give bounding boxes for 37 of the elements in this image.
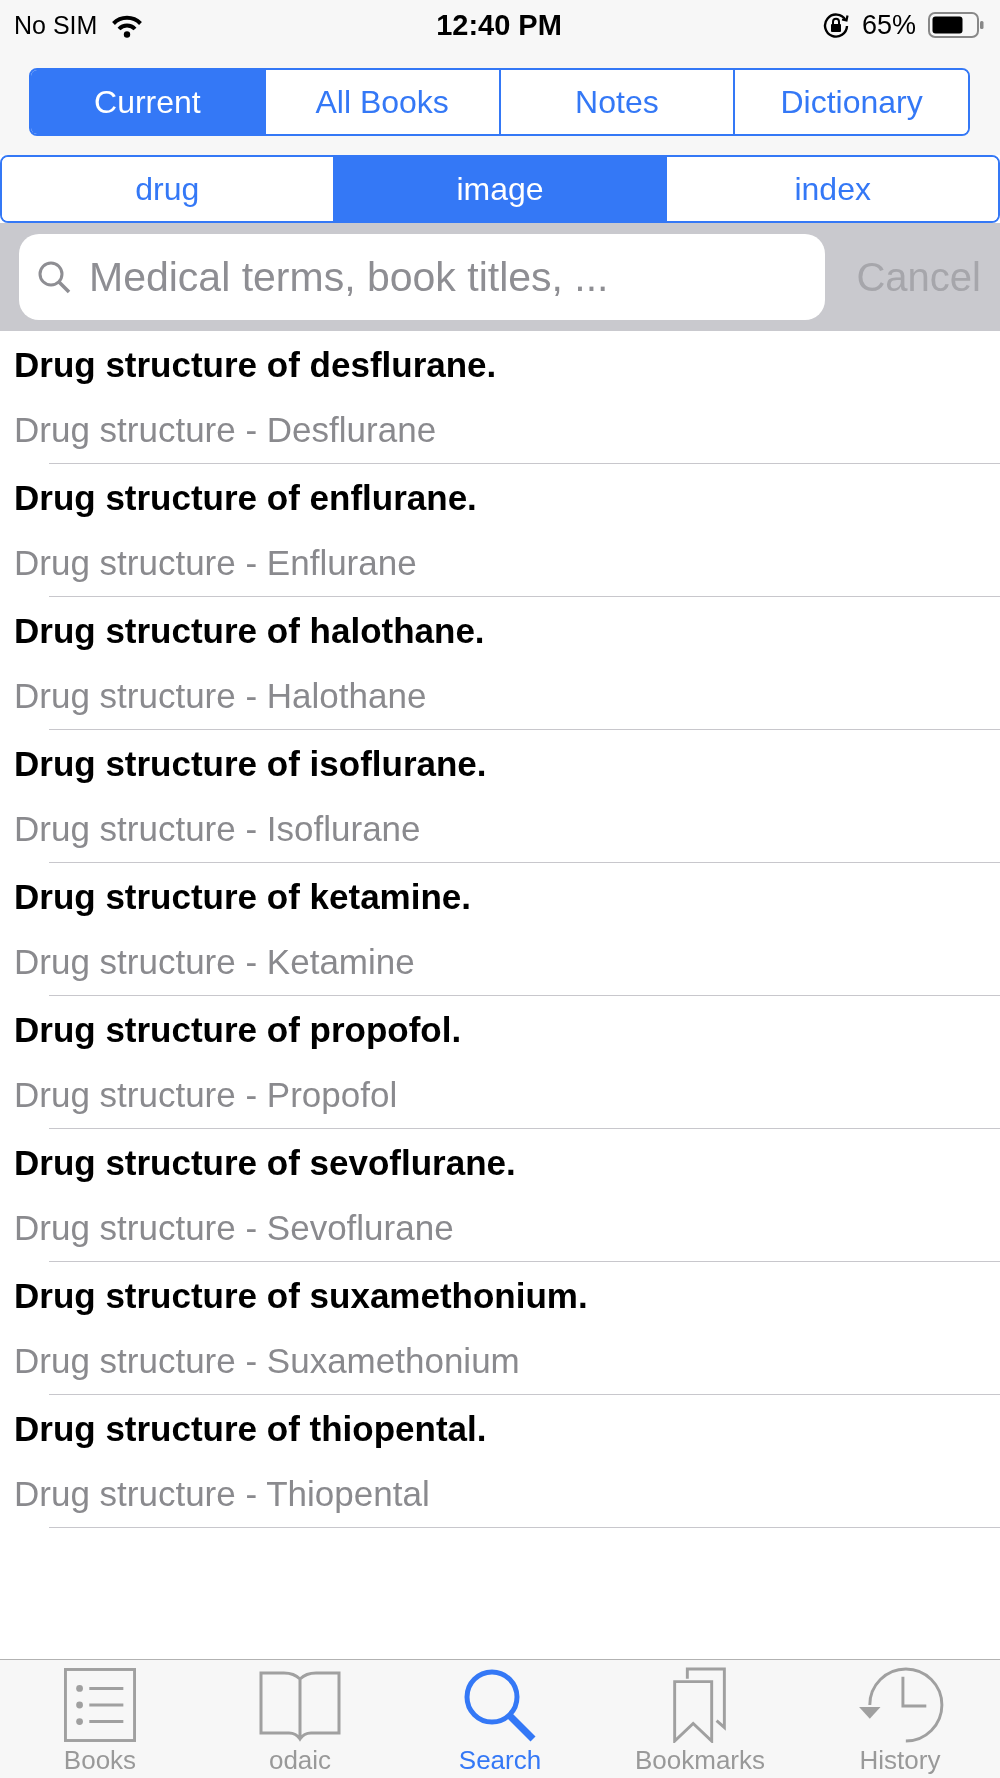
result-subtitle: Drug structure - Desflurane <box>14 410 437 450</box>
result-title: Drug structure of desflurane. <box>14 345 497 385</box>
result-subtitle: Drug structure - Suxamethonium <box>14 1341 520 1381</box>
rotation-lock-icon <box>821 11 850 39</box>
result-subtitle: Drug structure - Ketamine <box>14 942 415 982</box>
battery-percent: 65% <box>861 9 916 41</box>
result-subtitle: Drug structure - Sevoflurane <box>14 1208 454 1248</box>
result-title: Drug structure of enflurane. <box>14 478 477 518</box>
list-icon <box>64 1667 136 1743</box>
result-title: Drug structure of suxamethonium. <box>14 1276 588 1316</box>
result-title: Drug structure of halothane. <box>14 611 485 651</box>
result-subtitle: Drug structure - Propofol <box>14 1075 398 1115</box>
result-subtitle: Drug structure - Enflurane <box>14 543 417 583</box>
tab-bar-item[interactable]: odaic <box>200 1660 400 1778</box>
type-tab[interactable]: image <box>332 157 666 221</box>
search-field[interactable]: Medical terms, book titles, ... <box>19 234 826 320</box>
result-subtitle: Drug structure - Isoflurane <box>14 809 421 849</box>
result-title: Drug structure of sevoflurane. <box>14 1143 516 1183</box>
result-title: Drug structure of isoflurane. <box>14 744 487 784</box>
carrier-label: No SIM <box>14 10 98 40</box>
search-icon <box>37 260 71 294</box>
type-tab[interactable]: index <box>665 157 998 221</box>
tab-bar-item[interactable]: Search <box>400 1660 600 1778</box>
scope-tab[interactable]: Dictionary <box>733 70 968 134</box>
result-title: Drug structure of ketamine. <box>14 877 472 917</box>
battery-icon <box>928 12 984 38</box>
tab-bar-item[interactable]: Bookmarks <box>600 1660 800 1778</box>
bookmarks-icon <box>672 1667 728 1743</box>
tab-bar-item[interactable]: History <box>800 1660 1000 1778</box>
result-title: Drug structure of propofol. <box>14 1010 462 1050</box>
result-subtitle: Drug structure - Halothane <box>14 676 427 716</box>
tab-bar-item[interactable]: Books <box>0 1660 200 1778</box>
scope-tab[interactable]: Current <box>31 70 264 134</box>
search-icon <box>463 1667 537 1743</box>
clock-time: 12:40 PM <box>436 8 562 42</box>
result-subtitle: Drug structure - Thiopental <box>14 1474 430 1514</box>
result-title: Drug structure of thiopental. <box>14 1409 487 1449</box>
